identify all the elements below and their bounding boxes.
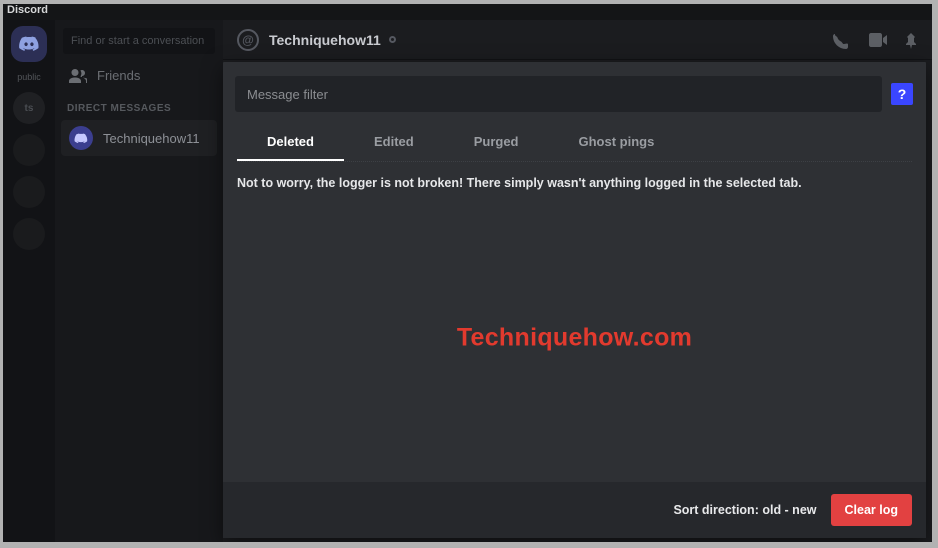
channel-header: @ Techniquehow11 — [223, 20, 932, 60]
video-call-icon[interactable] — [868, 33, 886, 47]
help-icon: ? — [891, 83, 913, 105]
server-item-blank-3[interactable] — [13, 218, 45, 250]
voice-call-icon[interactable] — [832, 33, 850, 47]
clear-log-button[interactable]: Clear log — [831, 494, 913, 526]
message-filter-input[interactable] — [235, 76, 882, 112]
tab-purged[interactable]: Purged — [444, 126, 549, 161]
window-title: Discord — [3, 4, 932, 16]
friends-button[interactable]: Friends — [55, 58, 223, 93]
server-item-ts[interactable]: ts — [13, 92, 45, 124]
status-dot-icon — [389, 36, 396, 43]
dm-item-techniquehow11[interactable]: Techniquehow11 — [61, 120, 217, 156]
tab-deleted[interactable]: Deleted — [237, 126, 344, 161]
pin-icon[interactable] — [904, 33, 918, 47]
friends-label: Friends — [97, 68, 140, 83]
discord-logo-icon — [18, 36, 40, 52]
tab-edited[interactable]: Edited — [344, 126, 444, 161]
server-item-blank-1[interactable] — [13, 134, 45, 166]
server-item-blank-2[interactable] — [13, 176, 45, 208]
dm-item-name: Techniquehow11 — [103, 131, 200, 146]
conversation-search[interactable]: Find or start a conversation — [63, 28, 215, 54]
dm-avatar-icon — [69, 126, 93, 150]
dm-sidebar: Find or start a conversation Friends DIR… — [55, 20, 223, 542]
dm-section-header: DIRECT MESSAGES — [55, 93, 223, 120]
watermark-text: Techniquehow.com — [457, 324, 692, 353]
modal-footer: Sort direction: old - new Clear log — [223, 482, 926, 538]
server-list: public ts — [3, 20, 55, 542]
at-icon: @ — [237, 29, 259, 51]
channel-actions — [832, 33, 918, 47]
friends-icon — [69, 69, 87, 83]
help-button[interactable]: ? — [890, 76, 914, 112]
tab-ghost-pings[interactable]: Ghost pings — [549, 126, 685, 161]
filter-row: ? — [235, 76, 914, 112]
server-label-public: public — [17, 72, 41, 82]
app-window: Discord public ts Find or start a conver… — [3, 4, 932, 542]
empty-state-message: Not to worry, the logger is not broken! … — [223, 162, 926, 204]
sort-direction-text[interactable]: Sort direction: old - new — [673, 503, 816, 517]
message-logger-modal: ? Deleted Edited Purged Ghost pings Not … — [223, 62, 926, 538]
channel-name: Techniquehow11 — [269, 32, 381, 48]
discord-home-button[interactable] — [11, 26, 47, 62]
logger-tabs: Deleted Edited Purged Ghost pings — [237, 126, 912, 162]
